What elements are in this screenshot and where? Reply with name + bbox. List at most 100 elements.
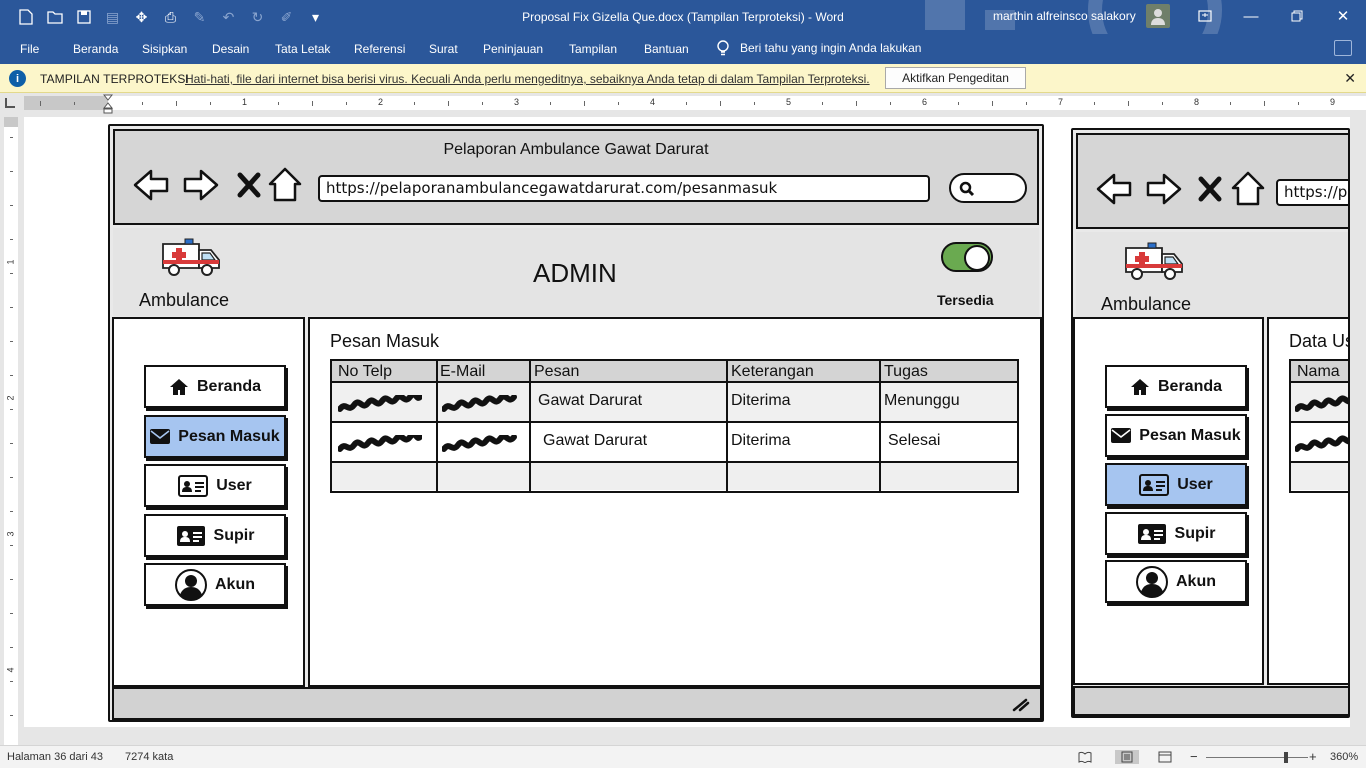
print-preview-icon[interactable]: ▤: [101, 6, 124, 28]
page-count[interactable]: Halaman 36 dari 43: [7, 751, 103, 763]
content-panel: Pesan Masuk No Telp E-Mail Pesan Keteran…: [308, 317, 1042, 687]
ribbon-tabs: File Beranda Sisipkan Desain Tata Letak …: [0, 34, 1366, 64]
zoom-in-button[interactable]: +: [1309, 749, 1317, 764]
tab-beranda[interactable]: Beranda: [73, 42, 118, 56]
sidebar-item-pesan-masuk: Pesan Masuk: [1105, 414, 1247, 457]
close-icon[interactable]: ✕: [1320, 0, 1366, 32]
ribbon-display-options-icon[interactable]: [1182, 0, 1228, 32]
sidebar-item-akun: Akun: [144, 563, 286, 606]
indent-marker-icon[interactable]: [103, 94, 113, 114]
back-arrow-icon: [1096, 173, 1132, 205]
column-header: Nama: [1297, 363, 1340, 380]
ruler-number: 4: [5, 667, 16, 673]
ruler-tick: [10, 579, 13, 580]
print-icon[interactable]: ⎙: [159, 6, 182, 28]
ruler-number: 2: [5, 395, 16, 401]
redo-icon[interactable]: ↻: [246, 6, 269, 28]
info-shield-icon: i: [9, 70, 26, 87]
word-count[interactable]: 7274 kata: [125, 751, 173, 763]
zoom-slider[interactable]: [1206, 757, 1308, 758]
sidebar-item-supir: Supir: [144, 514, 286, 557]
app-footer: [1073, 686, 1348, 716]
tab-sisipkan[interactable]: Sisipkan: [142, 42, 187, 56]
redacted-scribble: [442, 435, 517, 452]
restore-icon[interactable]: [1274, 0, 1320, 32]
tab-surat[interactable]: Surat: [429, 42, 458, 56]
ruler-tick: [74, 102, 75, 105]
wireframe-data-user: https://p Ambulance Beranda Pesan Masuk …: [1071, 128, 1350, 718]
sidebar: Beranda Pesan Masuk User Supir Akun: [112, 317, 305, 687]
forward-arrow-icon: [183, 169, 219, 201]
undo-icon[interactable]: ↶: [217, 6, 240, 28]
web-layout-icon[interactable]: [1155, 750, 1175, 764]
tab-tata-letak[interactable]: Tata Letak: [275, 42, 330, 56]
id-card-icon: [1139, 473, 1170, 496]
sidebar-item-label: User: [1177, 475, 1213, 493]
touch-mode-icon[interactable]: ✥: [130, 6, 153, 28]
tab-desain[interactable]: Desain: [212, 42, 249, 56]
ruler-tick: [992, 101, 993, 106]
tell-me-box[interactable]: Beri tahu yang ingin Anda lakukan: [716, 39, 921, 57]
close-bar-icon[interactable]: ✕: [1344, 70, 1356, 87]
ruler-number: 9: [1330, 97, 1336, 107]
sidebar-item-beranda: Beranda: [144, 365, 286, 408]
sidebar-item-label: Beranda: [196, 377, 262, 395]
ruler-tick: [1128, 101, 1129, 106]
tab-bantuan[interactable]: Bantuan: [644, 42, 689, 56]
browser-bar: https://p: [1076, 133, 1348, 229]
envelope-icon: [1111, 428, 1132, 443]
ruler-tick: [720, 101, 721, 106]
ruler-tick: [40, 101, 41, 106]
new-document-icon[interactable]: [14, 6, 37, 28]
ruler-tick: [10, 171, 13, 172]
wireframe-pesan-masuk: Pelaporan Ambulance Gawat Darurat https:…: [108, 124, 1044, 722]
ambulance-icon: [1125, 242, 1183, 280]
sidebar-item-label: Supir: [1174, 524, 1216, 542]
account-icon: [175, 568, 207, 601]
status-bar: Halaman 36 dari 43 7274 kata − + 360%: [0, 745, 1366, 768]
sidebar-item-beranda: Beranda: [1105, 365, 1247, 408]
enable-editing-button[interactable]: Aktifkan Pengeditan: [885, 67, 1026, 89]
draw-icon[interactable]: ✐: [275, 6, 298, 28]
protected-view-message[interactable]: Hati-hati, file dari internet bisa beris…: [185, 72, 870, 86]
app-footer: [112, 687, 1042, 720]
ruler-number: 7: [1058, 97, 1064, 107]
zoom-out-button[interactable]: −: [1190, 749, 1198, 764]
ruler-tick: [822, 102, 823, 105]
ruler-number: 1: [242, 97, 248, 107]
ruler-tick: [10, 239, 13, 240]
search-field: [949, 173, 1027, 203]
tab-referensi[interactable]: Referensi: [354, 42, 405, 56]
tab-tampilan[interactable]: Tampilan: [569, 42, 617, 56]
minimize-icon[interactable]: —: [1228, 0, 1274, 32]
panel-title: Pesan Masuk: [330, 331, 440, 351]
zoom-slider-thumb[interactable]: [1284, 752, 1288, 763]
messages-table: No Telp E-Mail Pesan Keterangan Tugas Ga…: [330, 359, 1019, 493]
customize-toolbar-icon[interactable]: ▾: [304, 6, 327, 28]
zoom-level[interactable]: 360%: [1330, 751, 1358, 763]
read-mode-icon[interactable]: [1075, 750, 1095, 764]
sidebar-item-pesan-masuk: Pesan Masuk: [144, 415, 286, 458]
protected-view-title: TAMPILAN TERPROTEKSI: [40, 72, 189, 86]
ruler-tick: [10, 205, 13, 206]
format-painter-icon[interactable]: ✎: [188, 6, 211, 28]
ruler-number: 4: [650, 97, 656, 107]
ruler-tick: [686, 102, 687, 105]
print-layout-icon[interactable]: [1115, 750, 1139, 764]
quick-access-toolbar: ▤ ✥ ⎙ ✎ ↶ ↻ ✐ ▾: [14, 6, 327, 28]
tab-file[interactable]: File: [20, 42, 39, 56]
ruler-tick: [10, 715, 13, 716]
save-icon[interactable]: [72, 6, 95, 28]
ruler-tick: [10, 409, 13, 410]
comments-icon[interactable]: [1334, 40, 1352, 56]
table-row: Gawat Darurat Diterima Selesai: [332, 423, 1017, 463]
vertical-ruler: 1 2 3 4: [4, 117, 18, 745]
open-folder-icon[interactable]: [43, 6, 66, 28]
ruler-tick: [584, 101, 585, 106]
users-table: Nama: [1289, 359, 1348, 493]
table-row: [1291, 423, 1348, 463]
user-avatar[interactable]: [1146, 4, 1170, 28]
tab-selector-icon[interactable]: [5, 98, 15, 108]
user-name[interactable]: marthin alfreinsco salakory: [993, 9, 1136, 23]
tab-peninjauan[interactable]: Peninjauan: [483, 42, 543, 56]
